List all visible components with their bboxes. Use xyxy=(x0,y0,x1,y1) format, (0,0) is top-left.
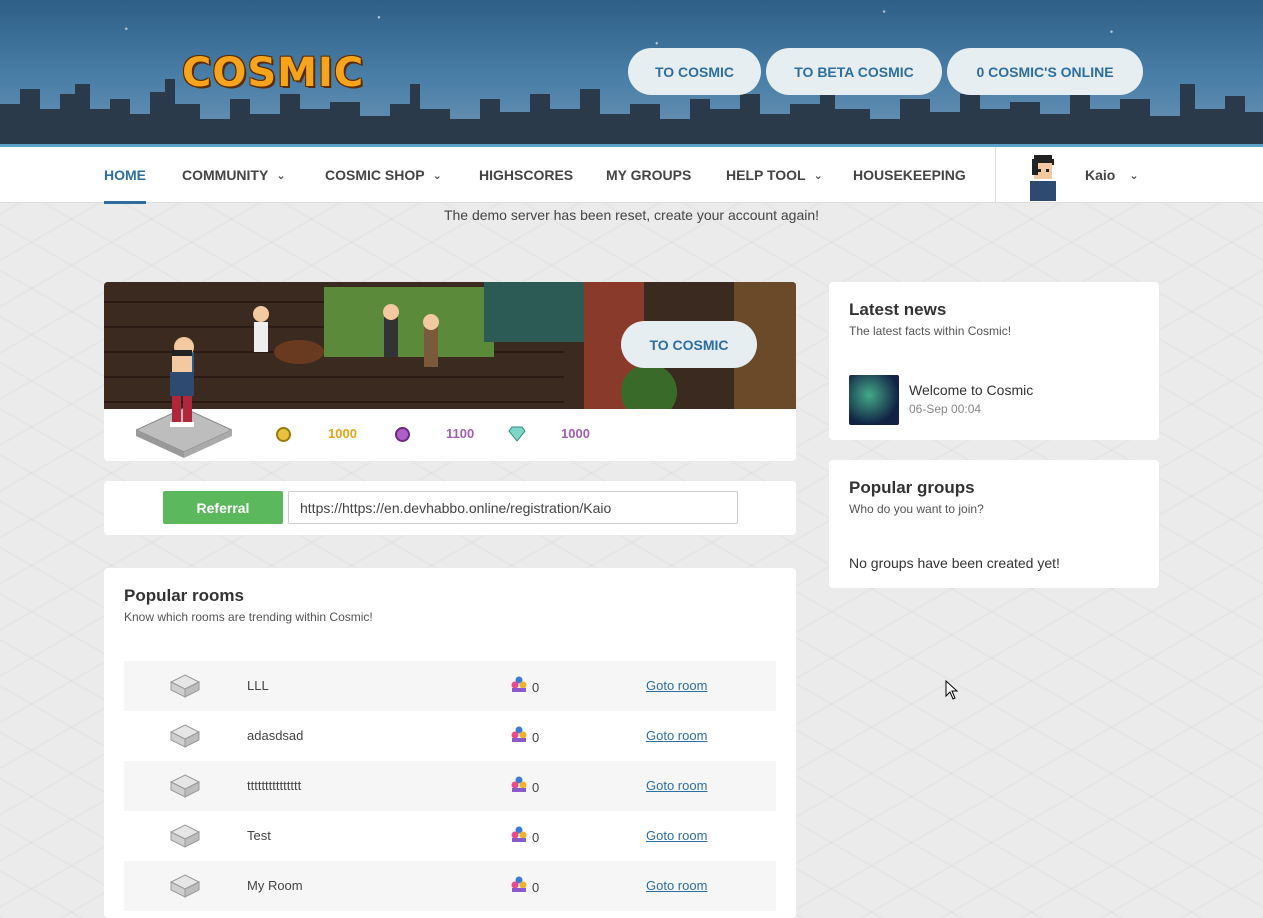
users-icon xyxy=(511,876,527,892)
user-avatar[interactable] xyxy=(1024,153,1062,201)
room-row: My Room 0 Goto room xyxy=(124,861,776,911)
nav-help-tool[interactable]: HELP TOOL ⌄ xyxy=(726,147,823,203)
mouse-cursor-icon xyxy=(945,680,959,700)
nav-community-label: COMMUNITY xyxy=(182,167,269,183)
chevron-down-icon: ⌄ xyxy=(813,169,823,182)
main-nav: HOME COMMUNITY ⌄ COSMIC SHOP ⌄ HIGHSCORES … xyxy=(0,144,1263,204)
username: Kaio xyxy=(1085,167,1116,183)
room-name: ttttttttttttttt xyxy=(247,778,302,793)
nav-groups-label: MY GROUPS xyxy=(606,167,692,183)
popular-groups-subtitle: Who do you want to join? xyxy=(849,502,984,516)
users-icon xyxy=(511,676,527,692)
news-item-date: 06-Sep 00:04 xyxy=(909,402,982,416)
duckets-icon xyxy=(395,427,410,442)
nav-housekeeping-label: HOUSEKEEPING xyxy=(853,167,966,183)
nav-shop-label: COSMIC SHOP xyxy=(325,167,425,183)
room-thumbnail-icon xyxy=(169,824,201,848)
duckets-value: 1100 xyxy=(446,426,475,441)
nav-cosmic-shop[interactable]: COSMIC SHOP ⌄ xyxy=(325,147,442,203)
room-user-count: 0 xyxy=(532,830,540,845)
credits-value: 1000 xyxy=(328,426,357,441)
room-user-count: 0 xyxy=(532,880,540,895)
room-row: LLL 0 Goto room xyxy=(124,661,776,711)
online-count-button[interactable]: 0 COSMIC'S ONLINE xyxy=(947,48,1143,95)
nav-highscores-label: HIGHSCORES xyxy=(479,167,574,183)
to-beta-cosmic-button[interactable]: TO BETA COSMIC xyxy=(766,48,942,95)
cosmic-logo[interactable]: COSMIC xyxy=(182,50,364,96)
banner-to-cosmic-button[interactable]: TO COSMIC xyxy=(621,321,757,368)
room-name: Test xyxy=(247,828,271,843)
diamonds-value: 1000 xyxy=(561,426,590,441)
goto-room-link[interactable]: Goto room xyxy=(646,878,707,893)
room-user-count: 0 xyxy=(532,780,540,795)
chevron-down-icon: ⌄ xyxy=(276,169,286,182)
room-name: LLL xyxy=(247,678,269,693)
chevron-down-icon: ⌄ xyxy=(1129,169,1139,182)
popular-rooms-subtitle: Know which rooms are trending within Cos… xyxy=(124,610,373,624)
room-name: adasdsad xyxy=(247,728,304,743)
news-thumbnail[interactable] xyxy=(849,375,899,425)
room-thumbnail-icon xyxy=(169,774,201,798)
nav-my-groups[interactable]: MY GROUPS xyxy=(606,147,691,203)
user-avatar-figure xyxy=(170,350,194,427)
goto-room-link[interactable]: Goto room xyxy=(646,728,707,743)
referral-button[interactable]: Referral xyxy=(163,491,283,524)
nav-home-label: HOME xyxy=(104,167,146,183)
nav-help-label: HELP TOOL xyxy=(726,167,806,183)
no-groups-message: No groups have been created yet! xyxy=(849,555,1060,571)
users-icon xyxy=(511,726,527,742)
popular-rooms-title: Popular rooms xyxy=(124,586,244,605)
room-name: My Room xyxy=(247,878,303,893)
room-row: ttttttttttttttt 0 Goto room xyxy=(124,761,776,811)
nav-divider xyxy=(995,147,996,203)
credits-icon xyxy=(276,427,291,442)
goto-room-link[interactable]: Goto room xyxy=(646,778,707,793)
room-thumbnail-icon xyxy=(169,874,201,898)
latest-news-subtitle: The latest facts within Cosmic! xyxy=(849,324,1012,338)
users-icon xyxy=(511,826,527,842)
goto-room-link[interactable]: Goto room xyxy=(646,828,707,843)
nav-housekeeping[interactable]: HOUSEKEEPING xyxy=(853,147,966,203)
server-notice: The demo server has been reset, create y… xyxy=(443,207,820,223)
room-user-count: 0 xyxy=(532,730,540,745)
nav-home[interactable]: HOME xyxy=(104,147,146,204)
referral-url-input[interactable] xyxy=(288,491,738,524)
site-header: COSMIC TO COSMIC TO BETA COSMIC 0 COSMIC… xyxy=(0,0,1263,144)
room-user-count: 0 xyxy=(532,680,540,695)
news-item-title[interactable]: Welcome to Cosmic xyxy=(909,382,1033,398)
popular-groups-title: Popular groups xyxy=(849,478,975,497)
room-thumbnail-icon xyxy=(169,724,201,748)
room-thumbnail-icon xyxy=(169,674,201,698)
diamond-icon xyxy=(508,426,526,442)
room-row: adasdsad 0 Goto room xyxy=(124,711,776,761)
room-row: Test 0 Goto room xyxy=(124,811,776,861)
user-menu[interactable]: Kaio ⌄ xyxy=(1085,147,1139,203)
users-icon xyxy=(511,776,527,792)
goto-room-link[interactable]: Goto room xyxy=(646,678,707,693)
latest-news-title: Latest news xyxy=(849,300,947,319)
chevron-down-icon: ⌄ xyxy=(432,169,442,182)
nav-highscores[interactable]: HIGHSCORES xyxy=(479,147,573,203)
nav-community[interactable]: COMMUNITY ⌄ xyxy=(182,147,286,203)
to-cosmic-button[interactable]: TO COSMIC xyxy=(628,48,761,95)
